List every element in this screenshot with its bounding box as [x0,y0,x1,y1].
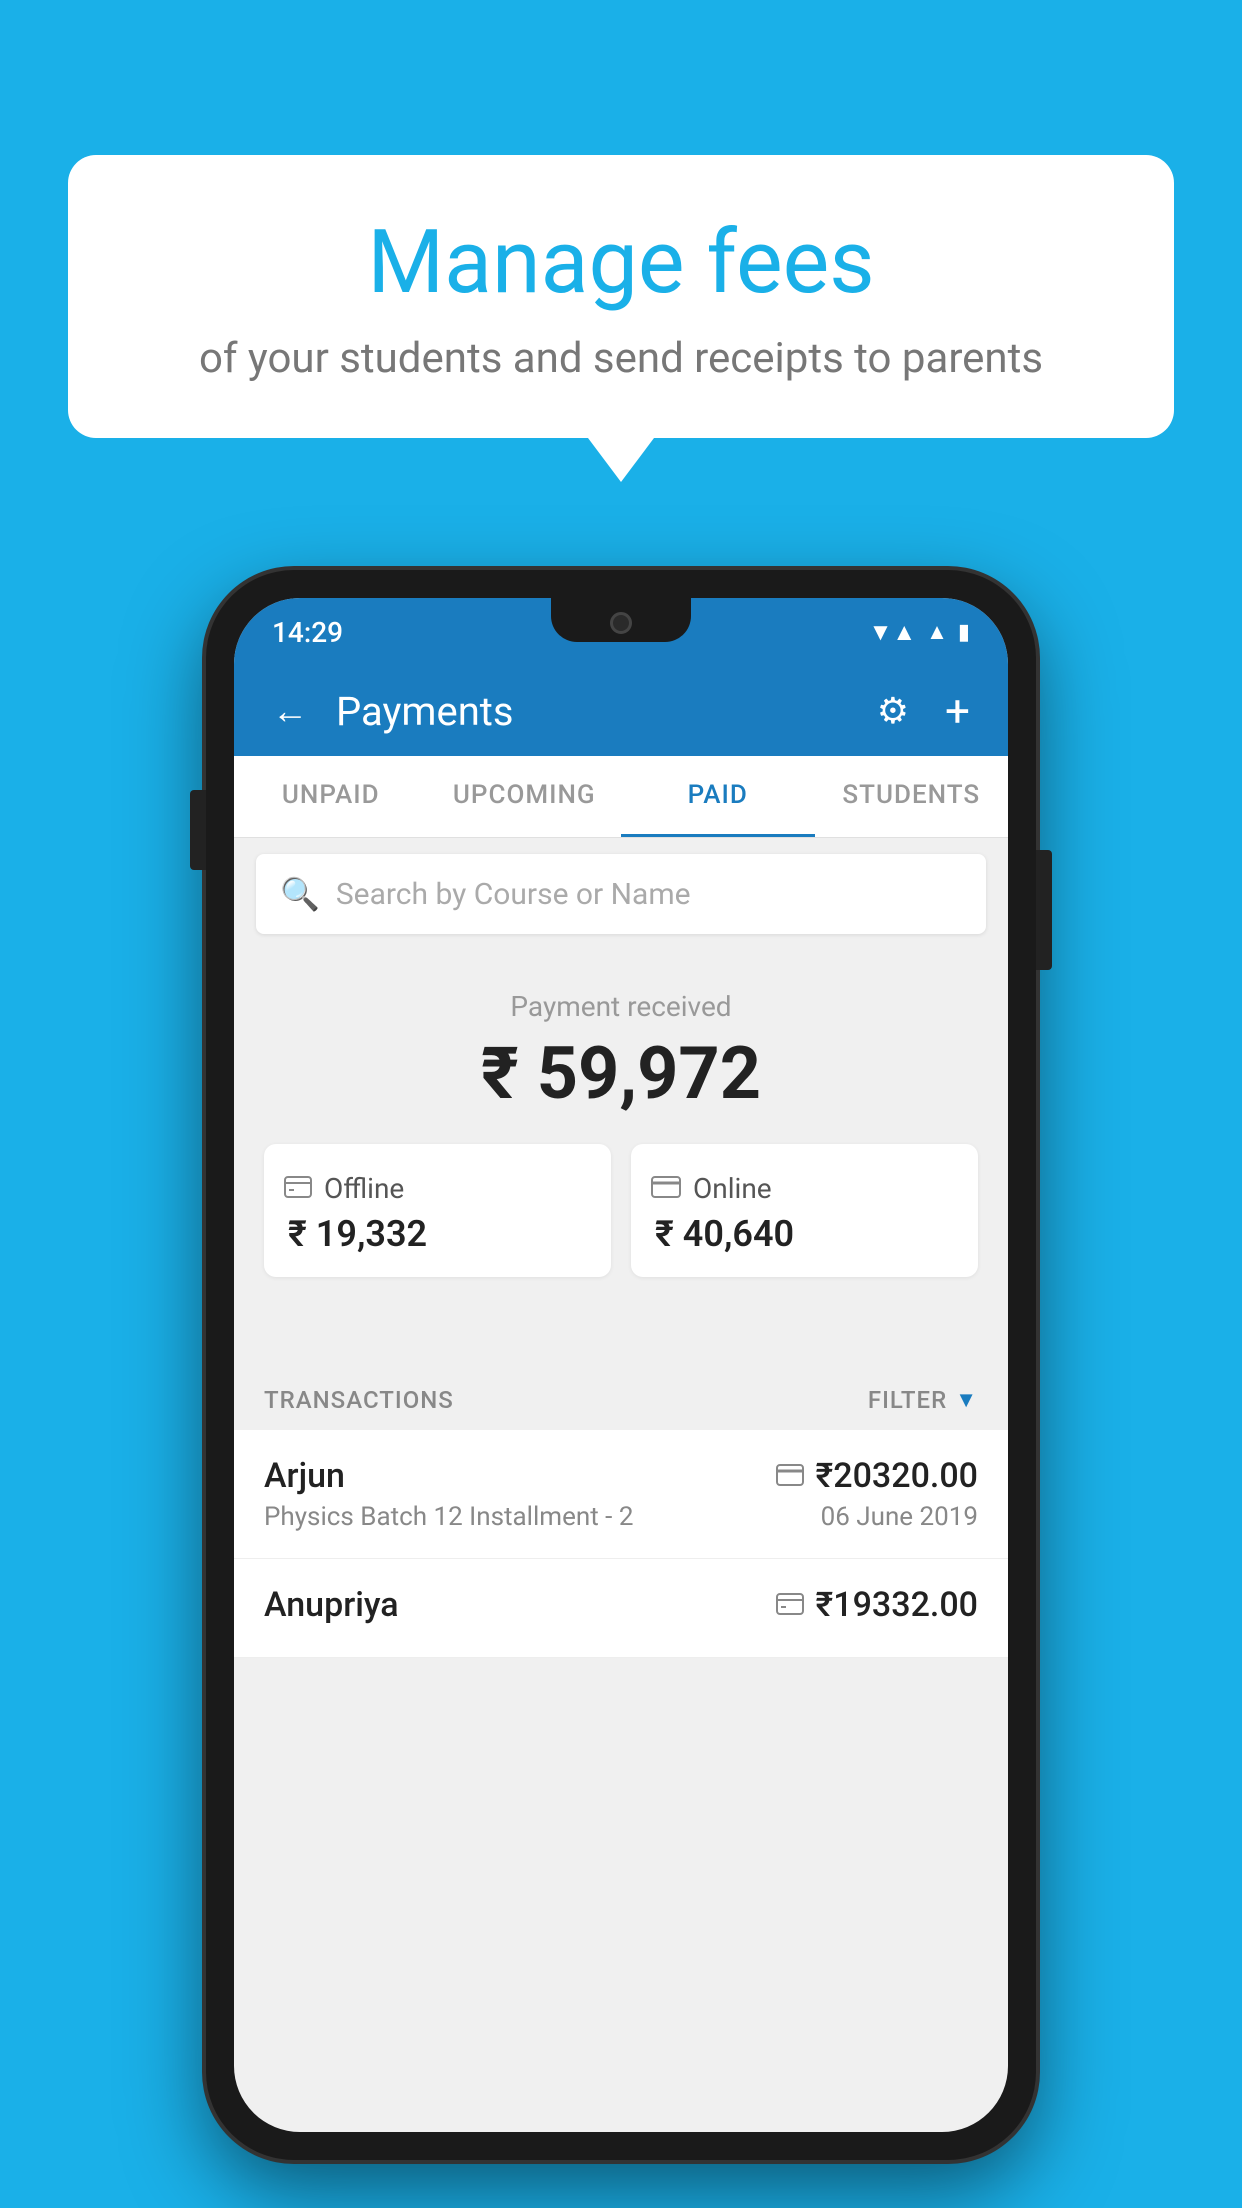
tabs-bar: UNPAID UPCOMING PAID STUDENTS [234,756,1008,838]
phone-device: 14:29 ▼▲ ▲ ▮ ← Payments ⚙ + UNPAID UPCOM… [206,570,1036,2160]
search-bar[interactable]: 🔍 Search by Course or Name [256,854,986,934]
transaction-name: Arjun [264,1456,345,1496]
transaction-course: Physics Batch 12 Installment - 2 [264,1502,633,1532]
online-label: Online [693,1172,772,1205]
back-button[interactable]: ← [264,682,316,740]
transaction-amount: ₹20320.00 [816,1456,978,1496]
phone-screen: 14:29 ▼▲ ▲ ▮ ← Payments ⚙ + UNPAID UPCOM… [234,598,1008,2132]
payment-cards: Offline ₹ 19,332 Online ₹ 4 [264,1144,978,1277]
tab-paid[interactable]: PAID [621,756,815,837]
table-row[interactable]: Arjun ₹20320.00 Physics Batch 12 Install… [234,1430,1008,1559]
transaction-date: 06 June 2019 [821,1502,978,1532]
offline-icon [284,1172,312,1205]
payment-summary: Payment received ₹ 59,972 Offline [234,954,1008,1307]
tab-upcoming[interactable]: UPCOMING [428,756,622,837]
transactions-list: Arjun ₹20320.00 Physics Batch 12 Install… [234,1430,1008,1658]
offline-amount: ₹ 19,332 [284,1213,427,1255]
app-header: ← Payments ⚙ + [234,666,1008,756]
search-placeholder: Search by Course or Name [336,877,691,912]
transactions-header: TRANSACTIONS FILTER ▼ [234,1368,1008,1432]
add-button[interactable]: + [937,677,978,745]
cash-payment-icon [776,1589,804,1622]
transactions-label: TRANSACTIONS [264,1386,454,1414]
filter-button[interactable]: FILTER ▼ [868,1386,978,1414]
transaction-top: Anupriya ₹19332.00 [264,1585,978,1625]
offline-card-header: Offline [284,1172,404,1205]
tab-unpaid[interactable]: UNPAID [234,756,428,837]
settings-icon[interactable]: ⚙ [869,682,917,740]
payment-total-amount: ₹ 59,972 [264,1031,978,1116]
tooltip-card: Manage fees of your students and send re… [68,155,1174,438]
offline-label: Offline [324,1172,404,1205]
battery-icon: ▮ [958,620,970,645]
wifi-icon: ▼▲ [869,618,917,647]
online-card: Online ₹ 40,640 [631,1144,978,1277]
tooltip-subtitle: of your students and send receipts to pa… [118,334,1124,383]
online-amount: ₹ 40,640 [651,1213,794,1255]
tab-students[interactable]: STUDENTS [815,756,1009,837]
online-card-header: Online [651,1172,772,1205]
transaction-top: Arjun ₹20320.00 [264,1456,978,1496]
tooltip-title: Manage fees [118,215,1124,312]
status-icons: ▼▲ ▲ ▮ [869,618,970,647]
card-payment-icon [776,1460,804,1493]
filter-label: FILTER [868,1386,947,1414]
status-time: 14:29 [272,616,343,649]
offline-card: Offline ₹ 19,332 [264,1144,611,1277]
phone-notch [551,598,691,642]
signal-icon: ▲ [926,619,948,645]
transaction-name: Anupriya [264,1585,399,1625]
transaction-right: ₹20320.00 [776,1456,978,1496]
filter-icon: ▼ [955,1387,978,1413]
search-icon: 🔍 [280,875,320,913]
transaction-amount: ₹19332.00 [816,1585,978,1625]
phone-camera [610,612,632,634]
transaction-bottom: Physics Batch 12 Installment - 2 06 June… [264,1502,978,1532]
transaction-right: ₹19332.00 [776,1585,978,1625]
header-title: Payments [336,688,849,735]
online-icon [651,1172,681,1205]
payment-received-label: Payment received [264,990,978,1023]
table-row[interactable]: Anupriya ₹19332.00 [234,1559,1008,1658]
